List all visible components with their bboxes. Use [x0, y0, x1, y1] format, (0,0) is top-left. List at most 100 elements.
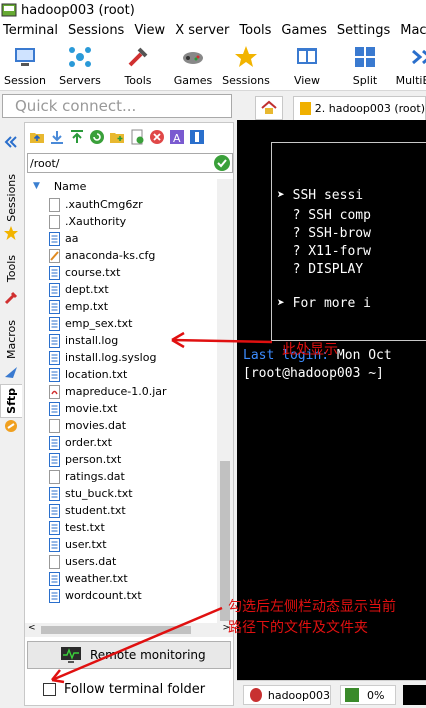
text-file-icon	[49, 367, 60, 382]
terminal-line-text: ? X11-forw	[277, 244, 371, 259]
file-list-vertical-scrollbar[interactable]	[217, 179, 233, 625]
file-name: order.txt	[65, 436, 112, 449]
file-row[interactable]: stu_buck.txt	[49, 485, 133, 502]
new-file-icon[interactable]	[129, 129, 145, 145]
toolbar-session-button[interactable]: Session	[4, 41, 46, 90]
upload-icon[interactable]	[69, 129, 85, 145]
show-hidden-files-icon[interactable]	[189, 129, 205, 145]
terminal-line: ? X11-forw	[277, 244, 371, 259]
toolbar-tools-button[interactable]: Tools	[118, 41, 158, 90]
file-row[interactable]: dept.txt	[49, 281, 109, 298]
parent-folder-icon[interactable]	[29, 129, 45, 145]
tab-tools[interactable]: Tools	[0, 248, 22, 290]
file-name: weather.txt	[65, 572, 128, 585]
menu-games[interactable]: Games	[281, 23, 326, 38]
file-row[interactable]: movies.dat	[49, 417, 126, 434]
follow-checkbox-box[interactable]	[43, 682, 56, 696]
file-name: stu_buck.txt	[65, 487, 133, 500]
menu-sessions[interactable]: Sessions	[68, 23, 124, 38]
jar-file-icon	[49, 384, 60, 399]
toolbar-multiexec-button[interactable]: MultiExec	[392, 41, 426, 90]
sftp-panel: A /root/ ▼ Name .xauthCmg6zr .Xauthority a…	[24, 122, 234, 706]
file-row[interactable]: anaconda-ks.cfg	[49, 247, 155, 264]
file-row[interactable]: aa	[49, 230, 78, 247]
tab-sessions-label: Sessions	[4, 174, 18, 222]
delete-icon[interactable]	[149, 129, 165, 145]
menu-bar: Terminal Sessions View X server Tools Games Se…	[0, 20, 426, 41]
terminal-box-border-left	[271, 142, 272, 340]
file-name: location.txt	[65, 368, 128, 381]
file-row[interactable]: test.txt	[49, 519, 105, 536]
file-row[interactable]: location.txt	[49, 366, 127, 383]
home-tab[interactable]	[255, 96, 283, 120]
menu-settings[interactable]: Settings	[337, 23, 390, 38]
file-row[interactable]: order.txt	[49, 434, 112, 451]
horizontal-scroll-thumb[interactable]	[41, 626, 191, 634]
file-row[interactable]: install.log.syslog	[49, 349, 156, 366]
file-row[interactable]: mapreduce-1.0.jar	[49, 383, 167, 400]
terminal-line-rest: Mon Oct	[329, 348, 392, 363]
status-cpu: 0%	[340, 685, 396, 705]
toolbar-split-button[interactable]: Split	[345, 41, 385, 90]
terminal-line: ➤ SSH sessi	[277, 188, 363, 203]
file-row[interactable]: ratings.dat	[49, 468, 125, 485]
menu-terminal[interactable]: Terminal	[3, 23, 58, 38]
toolbar-view-button[interactable]: View	[287, 41, 327, 90]
remote-monitoring-button[interactable]: Remote monitoring	[27, 641, 231, 669]
star-icon	[0, 222, 22, 244]
file-row[interactable]: weather.txt	[49, 570, 128, 587]
file-name: anaconda-ks.cfg	[65, 249, 156, 262]
session-tab-hadoop003[interactable]: 2. hadoop003 (root)	[293, 96, 426, 120]
file-row[interactable]: movie.txt	[49, 400, 117, 417]
toolbar-label: Games	[173, 74, 213, 87]
tab-macros[interactable]: Macros	[0, 314, 22, 366]
double-chevron-left-icon	[4, 136, 17, 148]
terminal-line: ➤ For more i	[277, 296, 371, 311]
terminal-line-text: ? SSH-brow	[277, 226, 371, 241]
menu-macros[interactable]: Macros	[400, 23, 426, 38]
file-row[interactable]: student.txt	[49, 502, 126, 519]
text-file-icon	[49, 537, 60, 552]
follow-terminal-folder-checkbox[interactable]: Follow terminal folder	[43, 679, 205, 699]
collapse-sidebar-button[interactable]	[0, 128, 22, 156]
menu-x-server[interactable]: X server	[175, 23, 229, 38]
toolbar-servers-button[interactable]: Servers	[59, 41, 101, 90]
file-row[interactable]: user.txt	[49, 536, 107, 553]
text-file-icon	[49, 503, 60, 518]
file-row[interactable]: emp_sex.txt	[49, 315, 132, 332]
file-list: .xauthCmg6zr .Xauthority aa anaconda-ks.cfg…	[25, 196, 217, 620]
file-row[interactable]: wordcount.txt	[49, 587, 142, 604]
quick-connect-input[interactable]: Quick connect...	[2, 94, 232, 118]
file-row[interactable]: install.log	[49, 332, 118, 349]
download-icon[interactable]	[49, 129, 65, 145]
file-row[interactable]: emp.txt	[49, 298, 108, 315]
text-file-icon	[49, 401, 60, 416]
scroll-left-arrow-icon[interactable]: <	[28, 623, 36, 633]
menu-view[interactable]: View	[134, 23, 165, 38]
home-icon	[261, 100, 277, 114]
sftp-path-input[interactable]: /root/	[27, 153, 233, 173]
toolbar-sessions-button[interactable]: Sessions	[222, 41, 270, 90]
toolbar-games-button[interactable]: Games	[173, 41, 213, 90]
file-name: emp.txt	[65, 300, 109, 313]
file-row[interactable]: person.txt	[49, 451, 121, 468]
tab-sessions[interactable]: Sessions	[0, 166, 22, 230]
path-go-icon[interactable]	[214, 155, 230, 171]
rename-icon[interactable]: A	[169, 129, 185, 145]
menu-tools[interactable]: Tools	[239, 23, 271, 38]
blank-file-icon	[49, 469, 60, 484]
file-name: mapreduce-1.0.jar	[65, 385, 167, 398]
file-row[interactable]: users.dat	[49, 553, 116, 570]
tab-tools-label: Tools	[4, 255, 18, 283]
file-row[interactable]: .xauthCmg6zr	[49, 196, 143, 213]
file-row[interactable]: .Xauthority	[49, 213, 126, 230]
file-row[interactable]: course.txt	[49, 264, 120, 281]
text-file-icon	[49, 452, 60, 467]
file-list-horizontal-scrollbar[interactable]: < >	[25, 623, 233, 637]
tab-sftp[interactable]: Sftp	[0, 384, 22, 418]
refresh-icon[interactable]	[89, 129, 105, 145]
new-folder-icon[interactable]	[109, 129, 125, 145]
split-icon	[355, 47, 375, 67]
name-column-header[interactable]: ▼ Name	[25, 177, 217, 195]
text-file-icon	[49, 333, 60, 348]
